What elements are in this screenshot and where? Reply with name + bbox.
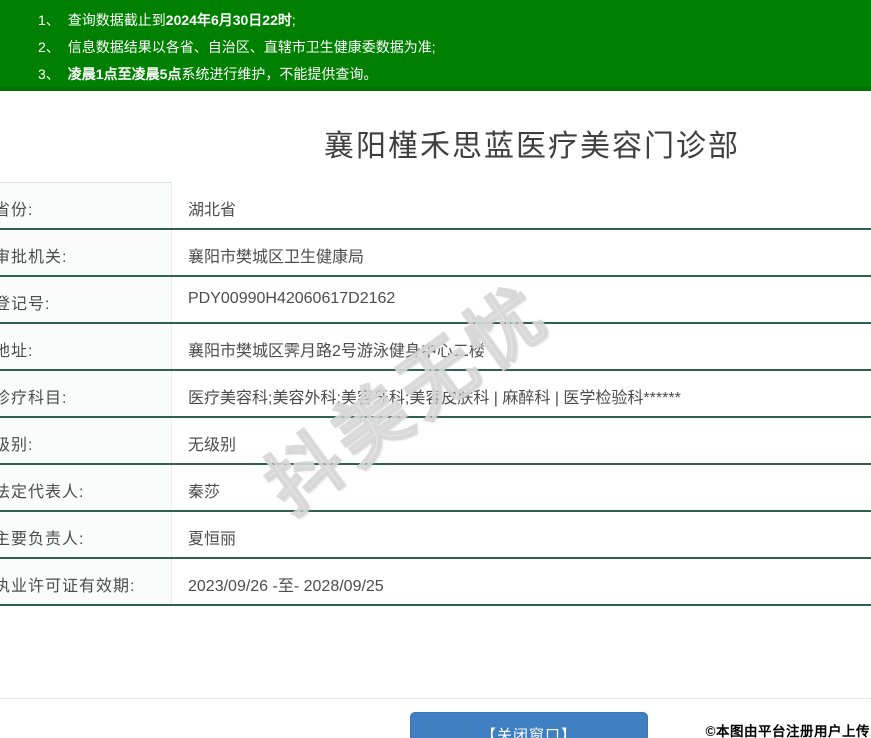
row-value: 2023/09/26 -至- 2028/09/25 xyxy=(188,578,384,595)
row-value: 无级别 xyxy=(188,437,237,454)
row-label: 主要负责人: xyxy=(0,512,172,557)
row-label: 诊疗科目: xyxy=(0,371,172,416)
row-label: 级别: xyxy=(0,418,172,463)
row-value: 医疗美容科;美容外科;美容牙科;美容皮肤科 | 麻醉科 | 医学检验科*****… xyxy=(188,390,681,407)
license-query-result-page: 1、 查询数据截止到2024年6月30日22时; 2、 信息数据结果以各省、自治区、… xyxy=(0,0,871,738)
row-label: 地址: xyxy=(0,324,172,369)
notice-text-bold: 凌晨1点至凌晨5点 xyxy=(67,66,182,82)
row-value: 襄阳市樊城区霁月路2号游泳健身中心二楼 xyxy=(188,343,485,360)
row-label: 审批机关: xyxy=(0,230,172,275)
notice-line-1: 1、 查询数据截止到2024年6月30日22时; xyxy=(38,7,871,34)
row-label: 登记号: xyxy=(0,277,172,322)
notice-bar: 1、 查询数据截止到2024年6月30日22时; 2、 信息数据结果以各省、自治区、… xyxy=(0,0,871,91)
notice-line-2: 2、 信息数据结果以各省、自治区、直辖市卫生健康委数据为准; xyxy=(38,34,871,61)
table-row-province: 省份: 湖北省 xyxy=(0,183,871,230)
row-label: 执业许可证有效期: xyxy=(0,559,172,604)
notice-text: 信息数据结果以各省、自治区、直辖市卫生健康委数据为准; xyxy=(67,39,436,55)
table-row-registration-number: 登记号: PDY00990H42060617D2162 xyxy=(0,277,871,324)
row-label: 省份: xyxy=(0,183,172,228)
notice-number: 2、 xyxy=(38,39,60,55)
table-row-main-person-in-charge: 主要负责人: 夏恒丽 xyxy=(0,512,871,559)
row-value: 湖北省 xyxy=(188,202,237,219)
table-row-approval-authority: 审批机关: 襄阳市樊城区卫生健康局 xyxy=(0,230,871,277)
footer-divider xyxy=(0,698,871,699)
row-value: 襄阳市樊城区卫生健康局 xyxy=(188,249,365,266)
notice-text: ; xyxy=(291,12,296,28)
notice-text: 系统进行维护，不能提供查询。 xyxy=(181,66,378,82)
copyright-notice: ©本图由平台注册用户上传 xyxy=(705,724,870,738)
notice-text-bold: 2024年6月30日22时 xyxy=(165,12,292,28)
table-row-address: 地址: 襄阳市樊城区霁月路2号游泳健身中心二楼 xyxy=(0,324,871,371)
table-row-medical-subjects: 诊疗科目: 医疗美容科;美容外科;美容牙科;美容皮肤科 | 麻醉科 | 医学检验… xyxy=(0,371,871,418)
notice-number: 3、 xyxy=(38,66,60,82)
row-value: PDY00990H42060617D2162 xyxy=(188,290,396,307)
row-label: 法定代表人: xyxy=(0,465,172,510)
table-row-legal-representative: 法定代表人: 秦莎 xyxy=(0,465,871,512)
notice-line-3: 3、 凌晨1点至凌晨5点系统进行维护，不能提供查询。 xyxy=(38,61,871,88)
notice-text: 查询数据截止到 xyxy=(67,12,166,28)
page-title: 襄阳槿禾思蓝医疗美容门诊部 xyxy=(324,130,740,163)
table-row-license-validity: 执业许可证有效期: 2023/09/26 -至- 2028/09/25 xyxy=(0,559,871,606)
table-row-level: 级别: 无级别 xyxy=(0,418,871,465)
row-value: 夏恒丽 xyxy=(188,531,237,548)
license-info-table: 省份: 湖北省 审批机关: 襄阳市樊城区卫生健康局 登记号: PDY00990H… xyxy=(0,183,871,606)
row-value: 秦莎 xyxy=(188,484,221,501)
close-window-button[interactable]: 【关闭窗口】 xyxy=(410,712,648,738)
notice-number: 1、 xyxy=(38,12,60,28)
